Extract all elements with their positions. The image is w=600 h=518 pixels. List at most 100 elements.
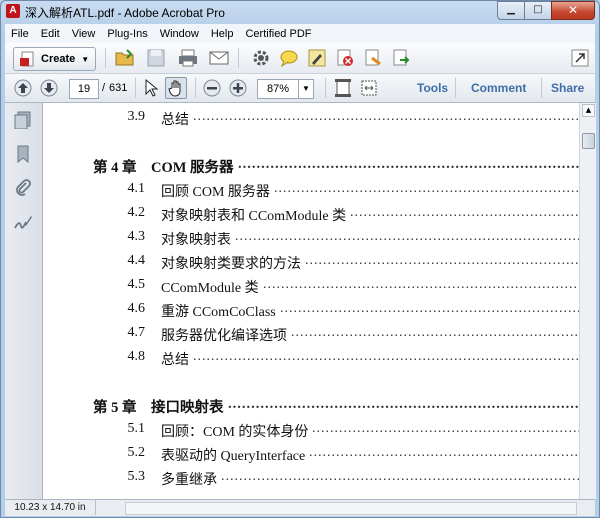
main-toolbar: Create ▼ [5,43,595,74]
scroll-thumb[interactable] [582,133,595,149]
toc-entry-number: 4.3 [127,229,146,244]
toc-entry-title: 重游 CComCoClass [161,305,276,320]
export-document-icon[interactable] [391,48,411,68]
print-icon[interactable] [178,48,198,68]
menu-view[interactable]: View [66,28,102,40]
next-page-icon[interactable] [39,78,59,98]
toc-leader-dots: ........................................… [305,253,579,268]
toc-entry-number: 4.8 [127,349,146,364]
toc-entry[interactable]: 5.1 回顾：COM 的实体身份.........................… [43,421,580,441]
expand-window-icon[interactable] [570,48,590,68]
toc-entry[interactable]: 5.3 多重继承.................................… [43,469,580,489]
toc-entry[interactable]: 4.3 对象映射表................................… [43,229,580,249]
toc-entry-number: 5.2 [127,445,146,460]
fit-width-icon[interactable] [359,78,379,98]
toc-entry[interactable]: 4.6 重游 CComCoClass.......................… [43,301,580,321]
hand-tool-icon[interactable] [165,77,187,99]
minimize-button[interactable]: ▁ [497,1,525,20]
toc-leader-dots: ........................................… [350,205,579,220]
toc-chapter[interactable]: 第 5 章 接口映射表.............................… [43,396,579,416]
maximize-button[interactable]: □ [524,1,552,20]
toc-entry[interactable]: 4.7 服务器优化编译选项............................… [43,325,580,345]
scroll-up-chevron-icon[interactable]: ▲ [582,104,595,117]
comment-bubble-icon[interactable] [279,48,299,68]
total-pages: 631 [109,82,128,94]
toc-entry-number: 4.2 [127,205,146,220]
toc-entry[interactable]: 4.4 对象映射类要求的方法...........................… [43,253,580,273]
page-separator: / [102,82,106,94]
sign-pen-icon[interactable] [307,48,327,68]
acrobat-window: A 深入解析ATL.pdf - Adobe Acrobat Pro ▁ □ ✕ … [0,0,600,518]
toc-entry[interactable]: 4.5 CComModule 类.........................… [43,277,580,297]
toc-leader-dots: ........................................… [228,396,579,412]
title-bar[interactable]: A 深入解析ATL.pdf - Adobe Acrobat Pro ▁ □ ✕ [1,1,599,23]
toc-entry[interactable]: 3.9 总结...................................… [43,109,580,129]
document-view[interactable]: 3.9 总结...................................… [43,103,579,499]
toc-entry[interactable]: 4.8 总结...................................… [43,349,580,369]
window-title: 深入解析ATL.pdf - Adobe Acrobat Pro [25,6,225,20]
page-thumbnails-icon[interactable] [14,111,32,130]
secure-document-icon[interactable] [335,48,355,68]
page-number-input[interactable]: 19 [69,79,99,99]
toc-leader-dots: ........................................… [221,469,579,484]
email-icon[interactable] [209,48,229,68]
toc-leader-dots: ........................................… [312,421,579,436]
zoom-in-icon[interactable] [228,78,248,98]
fit-page-icon[interactable] [333,78,353,98]
zoom-out-icon[interactable] [202,78,222,98]
gear-icon[interactable] [251,48,271,68]
toc-entry-number: 5.3 [127,469,146,484]
zoom-level-input[interactable]: 87% [257,79,299,99]
toc-entry[interactable]: 5.2 表驱动的 QueryInterface..................… [43,445,580,465]
toc-entry[interactable]: 4.2 对象映射表和 CComModule 类..................… [43,205,580,225]
toc-entry-title: 总结 [161,113,189,128]
tools-panel-button[interactable]: Tools [417,81,448,95]
toc-entry[interactable]: 4.1 回顾 COM 服务器...........................… [43,181,580,201]
toc-entry-title: 对象映射表 [161,233,231,248]
redact-document-icon[interactable] [363,48,383,68]
comment-panel-button[interactable]: Comment [471,81,526,95]
toc-entry-number: 4.5 [127,277,146,292]
toc-entry-title: 表驱动的 QueryInterface [161,449,306,464]
menu-file[interactable]: File [5,28,35,40]
toc-leader-dots: ........................................… [193,109,579,124]
menu-plug-ins[interactable]: Plug-Ins [101,28,153,40]
zoom-dropdown-chevron-down-icon[interactable]: ▼ [298,79,314,99]
toc-entry-title: 回顾 COM 服务器 [161,185,270,200]
toc-leader-dots: ........................................… [280,301,579,316]
vertical-scrollbar[interactable]: ▲ [579,103,596,499]
toc-entry-title: 服务器优化编译选项 [161,329,287,344]
horizontal-scrollbar[interactable] [125,502,577,515]
toc-chapter[interactable]: 第 4 章 COM 服务器...........................… [43,156,579,176]
toc-leader-dots: ........................................… [238,156,579,172]
save-icon[interactable] [146,48,166,68]
toc-leader-dots: ........................................… [274,181,579,196]
attachments-paperclip-icon[interactable] [14,179,32,197]
toc-leader-dots: ........................................… [291,325,579,340]
toc-entry-number: 4.1 [127,181,146,196]
create-button[interactable]: Create ▼ [13,47,97,71]
page-size-readout: 10.23 x 14.70 in [5,500,96,515]
toc-leader-dots: ........................................… [193,349,579,364]
menu-help[interactable]: Help [205,28,240,40]
open-folder-icon[interactable] [115,48,135,68]
toc-entry-number: 4.4 [127,253,146,268]
share-panel-button[interactable]: Share [551,81,584,95]
menu-certified-pdf[interactable]: Certified PDF [239,28,317,40]
previous-page-icon[interactable] [13,78,33,98]
toc-entry-title: 第 5 章 接口映射表 [93,400,224,416]
toc-entry-title: 总结 [161,353,189,368]
signatures-icon[interactable] [14,213,32,231]
menu-window[interactable]: Window [154,28,205,40]
toc-entry-number: 3.9 [127,109,146,124]
bookmarks-icon[interactable] [14,145,32,164]
menu-edit[interactable]: Edit [35,28,66,40]
toc-leader-dots: ........................................… [309,445,579,460]
toc-entry-title: 对象映射表和 CComModule 类 [161,209,347,224]
toc-entry-number: 4.7 [127,325,146,340]
select-cursor-icon[interactable] [141,78,161,98]
toc-entry-title: 第 4 章 COM 服务器 [93,160,234,176]
menu-bar: File Edit View Plug-Ins Window Help Cert… [5,24,595,43]
close-button[interactable]: ✕ [551,1,595,20]
create-label: Create [41,53,76,65]
